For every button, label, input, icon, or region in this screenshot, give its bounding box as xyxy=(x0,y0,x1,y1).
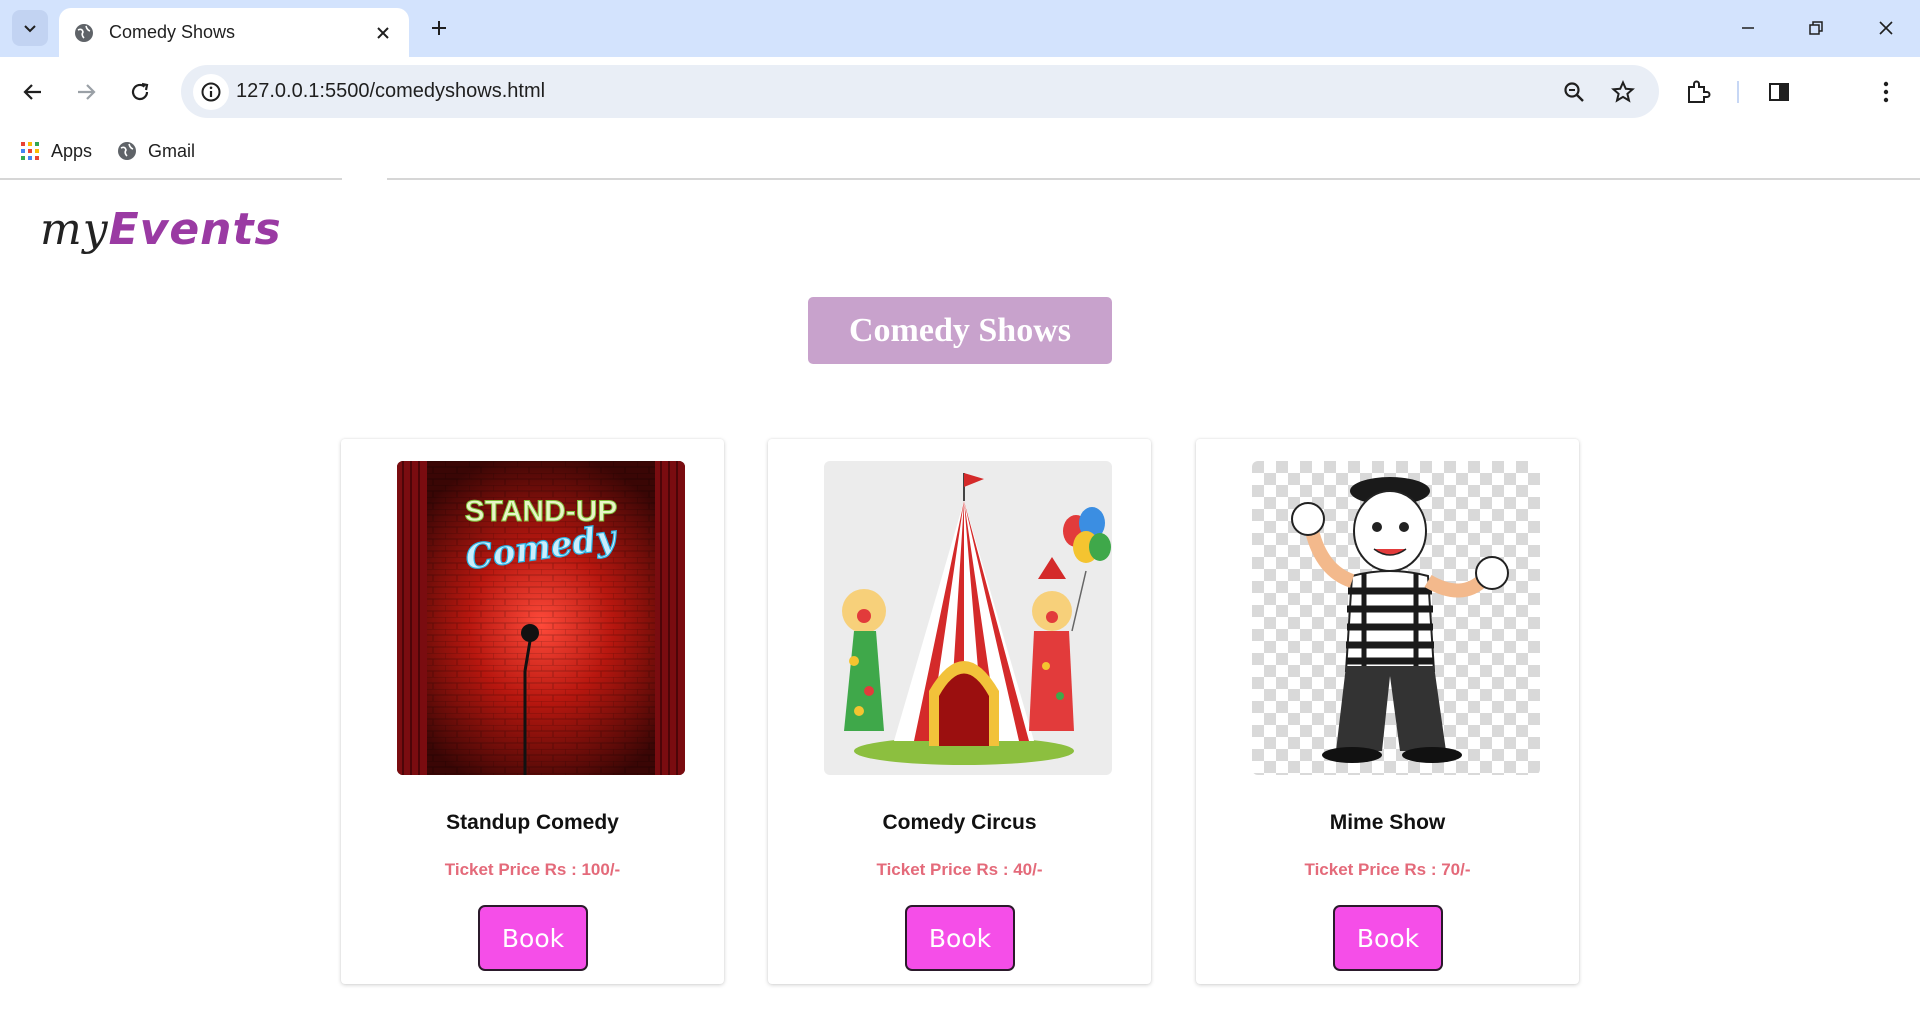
apps-grid-icon xyxy=(19,140,41,162)
tab-title: Comedy Shows xyxy=(109,22,236,42)
bookmark-gmail[interactable]: Gmail xyxy=(116,138,195,164)
ticket-price: Ticket Price Rs : 70/- xyxy=(1304,860,1471,879)
bookmark-gmail-label: Gmail xyxy=(148,140,196,161)
bookmark-apps-label: Apps xyxy=(51,140,93,161)
reload-button[interactable] xyxy=(122,74,158,110)
close-icon xyxy=(1879,20,1893,35)
bookmark-star-icon[interactable] xyxy=(1608,77,1638,107)
page-content: myEvents Comedy Shows STAND-UP Comedy St… xyxy=(0,178,1920,1015)
book-button[interactable]: Book xyxy=(478,905,588,971)
show-title: Mime Show xyxy=(1329,811,1446,834)
site-logo[interactable]: myEvents xyxy=(40,204,282,255)
new-tab-button[interactable] xyxy=(424,13,454,43)
plus-icon xyxy=(432,21,446,35)
address-bar[interactable]: 127.0.0.1:5500/comedyshows.html xyxy=(181,65,1659,118)
show-card: Mime Show Ticket Price Rs : 70/- Book xyxy=(1196,439,1579,984)
globe-icon xyxy=(73,22,95,44)
close-window-button[interactable] xyxy=(1852,0,1920,55)
bookmarks-bar: Apps Gmail xyxy=(0,126,1920,178)
forward-arrow-icon xyxy=(78,84,96,100)
site-info-icon[interactable] xyxy=(193,74,229,110)
navbar-border xyxy=(387,178,1920,180)
extensions-icon[interactable] xyxy=(1680,74,1716,110)
back-arrow-icon xyxy=(23,84,41,100)
bookmark-apps[interactable]: Apps xyxy=(19,138,92,164)
minimize-icon xyxy=(1742,26,1754,29)
forward-button[interactable] xyxy=(68,74,104,110)
page-title: Comedy Shows xyxy=(808,297,1112,364)
chevron-down-icon xyxy=(24,25,36,33)
side-panel-icon[interactable] xyxy=(1761,74,1797,110)
globe-icon xyxy=(116,140,138,162)
zoom-icon[interactable] xyxy=(1559,77,1589,107)
show-card: Comedy Circus Ticket Price Rs : 40/- Boo… xyxy=(768,439,1151,984)
restore-button[interactable] xyxy=(1782,0,1850,55)
active-tab[interactable]: Comedy Shows xyxy=(59,8,409,57)
browser-toolbar: 127.0.0.1:5500/comedyshows.html xyxy=(0,57,1920,126)
standup-comedy-stage-image: STAND-UP Comedy xyxy=(397,461,685,775)
navbar-border xyxy=(0,178,342,180)
logo-text-my: my xyxy=(40,204,109,255)
show-title: Standup Comedy xyxy=(446,811,619,834)
circus-clowns-image xyxy=(824,461,1112,775)
ticket-price: Ticket Price Rs : 100/- xyxy=(444,860,621,879)
tab-search-button[interactable] xyxy=(12,10,48,46)
back-button[interactable] xyxy=(15,74,51,110)
minimize-button[interactable] xyxy=(1714,0,1782,55)
url-text[interactable]: 127.0.0.1:5500/comedyshows.html xyxy=(236,80,545,103)
ticket-price: Ticket Price Rs : 40/- xyxy=(876,860,1043,879)
logo-text-events: Events xyxy=(108,204,282,255)
book-button[interactable]: Book xyxy=(1333,905,1443,971)
mime-performer-image xyxy=(1252,461,1540,775)
book-button[interactable]: Book xyxy=(905,905,1015,971)
reload-icon xyxy=(131,82,149,101)
show-title: Comedy Circus xyxy=(882,811,1037,834)
tab-strip: Comedy Shows xyxy=(0,0,1920,57)
more-menu-icon[interactable] xyxy=(1868,74,1904,110)
restore-icon xyxy=(1809,20,1823,35)
toolbar-divider xyxy=(1737,81,1739,103)
close-tab-icon[interactable] xyxy=(371,21,395,45)
show-card: STAND-UP Comedy Standup Comedy Ticket Pr… xyxy=(341,439,724,984)
